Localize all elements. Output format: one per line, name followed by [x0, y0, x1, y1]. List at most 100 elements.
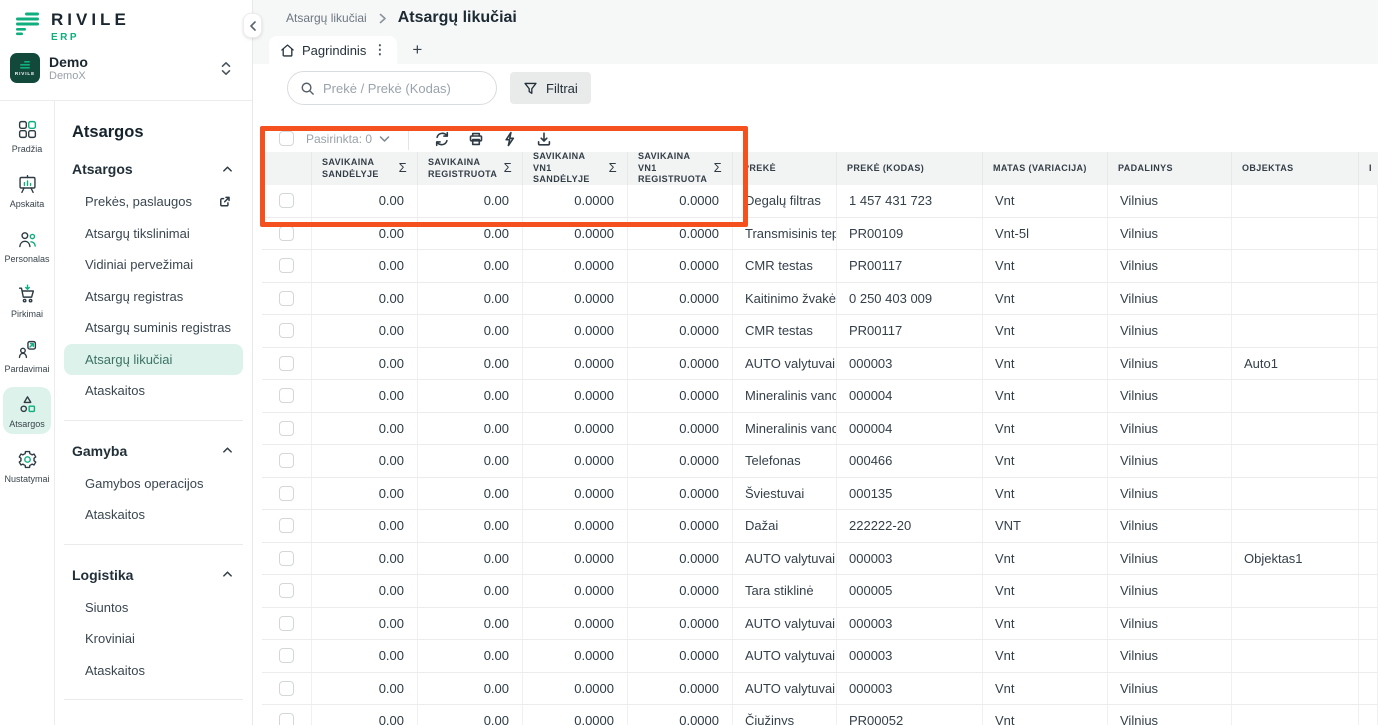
rail-item-nustatymai[interactable]: Nustatymai [3, 442, 51, 489]
table-row[interactable]: 0.000.000.00000.0000CMR testasPR00117Vnt… [262, 315, 1378, 348]
column-header-savikaina-sand-lyje[interactable]: Savikaina sandėlyjeΣ [312, 152, 418, 185]
column-header-i[interactable]: I [1359, 152, 1378, 185]
column-header-objektas[interactable]: Objektas [1232, 152, 1359, 185]
select-all-checkbox[interactable] [279, 131, 294, 146]
menu-section-gamyba[interactable]: Gamyba [55, 434, 252, 468]
table-row[interactable]: 0.000.000.00000.0000AUTO valytuvai000003… [262, 543, 1378, 576]
sidebar-collapse-button[interactable] [243, 13, 262, 38]
sigma-sum-icon[interactable]: Σ [609, 160, 617, 177]
row-checkbox[interactable] [279, 713, 294, 725]
row-checkbox[interactable] [279, 616, 294, 631]
column-header-prek-[interactable]: Prekė [733, 152, 837, 185]
print-button[interactable] [459, 127, 493, 151]
sidebar-item-atsargų-suminis-registras[interactable]: Atsargų suminis registras [64, 312, 243, 344]
row-checkbox[interactable] [279, 648, 294, 663]
table-row[interactable]: 0.000.000.00000.0000ČiužinysPR00052VntVi… [262, 705, 1378, 725]
rail-item-atsargos[interactable]: Atsargos [3, 387, 51, 434]
sidebar-item-ataskaitos[interactable]: Ataskaitos [64, 375, 243, 407]
search-input-wrap[interactable] [287, 71, 497, 105]
sidebar-item-ataskaitos[interactable]: Ataskaitos [64, 655, 243, 687]
sidebar-item-gamybos-operacijos[interactable]: Gamybos operacijos [64, 468, 243, 500]
row-checkbox[interactable] [279, 681, 294, 696]
table-row[interactable]: 0.000.000.00000.0000AUTO valytuvai000003… [262, 348, 1378, 381]
row-checkbox[interactable] [279, 421, 294, 436]
row-checkbox[interactable] [279, 388, 294, 403]
row-checkbox[interactable] [279, 518, 294, 533]
rail-item-personalas[interactable]: Personalas [3, 222, 51, 269]
filters-button[interactable]: Filtrai [510, 72, 591, 104]
table-row[interactable]: 0.000.000.00000.0000CMR testasPR00117Vnt… [262, 250, 1378, 283]
column-header-label: Savikaina registruota [428, 157, 499, 180]
sidebar-item-atsargų-likučiai[interactable]: Atsargų likučiai [64, 344, 243, 376]
workspace-updown-icon[interactable] [220, 61, 232, 76]
table-row[interactable]: 0.000.000.00000.0000Tara stiklinė000005V… [262, 575, 1378, 608]
breadcrumb-parent-link[interactable]: Atsargų likučiai [286, 11, 367, 25]
sidebar-item-ataskaitos[interactable]: Ataskaitos [64, 499, 243, 531]
table-row[interactable]: 0.000.000.00000.0000Mineralinis vand0000… [262, 413, 1378, 446]
rail-item-pradžia[interactable]: Pradžia [3, 112, 51, 159]
menu-section-logistika[interactable]: Logistika [55, 558, 252, 592]
sigma-sum-icon[interactable]: Σ [714, 160, 722, 177]
search-input[interactable] [323, 81, 484, 96]
column-header-prek-kodas-[interactable]: Prekė (Kodas) [837, 152, 983, 185]
table-row[interactable]: 0.000.000.00000.0000Degalų filtras1 457 … [262, 185, 1378, 218]
sidebar-item-atsargų-registras[interactable]: Atsargų registras [64, 281, 243, 313]
column-header-padalinys[interactable]: Padalinys [1108, 152, 1232, 185]
row-checkbox[interactable] [279, 291, 294, 306]
page-title: Atsargų likučiai [398, 9, 517, 27]
column-header-savikaina-registruota[interactable]: Savikaina registruota Σ [418, 152, 523, 185]
menu-section-atsargos[interactable]: Atsargos [55, 152, 252, 186]
selection-dropdown-icon[interactable] [379, 135, 390, 143]
refresh-button[interactable] [425, 127, 459, 151]
table-row[interactable]: 0.000.000.00000.0000Telefonas000466VntVi… [262, 445, 1378, 478]
sigma-sum-icon[interactable]: Σ [399, 160, 407, 177]
sidebar-item-vidiniai-pervežimai[interactable]: Vidiniai pervežimai [64, 249, 243, 281]
workspace-selector[interactable]: RIVILE Demo DemoX [10, 53, 240, 83]
table-row[interactable]: 0.000.000.00000.0000Dažai222222-20VNTVil… [262, 510, 1378, 543]
table-row[interactable]: 0.000.000.00000.0000Mineralinis vand0000… [262, 380, 1378, 413]
column-header-matas-variacija-[interactable]: Matas (Variacija) [983, 152, 1108, 185]
cell-value: Objektas1 [1244, 551, 1303, 566]
rail-item-pirkimai[interactable]: Pirkimai [3, 277, 51, 324]
row-checkbox[interactable] [279, 583, 294, 598]
rail-item-apskaita[interactable]: Apskaita [3, 167, 51, 214]
cell-num: 0.00 [418, 283, 523, 315]
row-checkbox[interactable] [279, 453, 294, 468]
table-row[interactable]: 0.000.000.00000.0000Transmisinis tepPR00… [262, 218, 1378, 251]
column-header-savikaina-vn1-sand-lyje[interactable]: Savikaina VN1 sandėlyjeΣ [523, 152, 628, 185]
row-checkbox[interactable] [279, 193, 294, 208]
flash-icon [502, 131, 518, 147]
cell-value: 0.0000 [679, 258, 719, 273]
add-tab-button[interactable]: + [397, 36, 437, 64]
sidebar-item-prekės-paslaugos[interactable]: Prekės, paslaugos [64, 186, 243, 218]
cell-value: 0.00 [379, 518, 404, 533]
cell-num: 0.00 [312, 250, 418, 282]
table-row[interactable]: 0.000.000.00000.0000Šviestuvai000135VntV… [262, 478, 1378, 511]
menu-divider [64, 420, 243, 421]
rail-item-label: Pirkimai [11, 309, 43, 319]
table-row[interactable]: 0.000.000.00000.0000Kaitinimo žvakė0 250… [262, 283, 1378, 316]
row-checkbox[interactable] [279, 226, 294, 241]
column-header-label: Savikaina VN1 registruota [638, 152, 709, 185]
external-link-icon[interactable] [218, 195, 231, 208]
column-header-savikaina-vn1-registruota[interactable]: Savikaina VN1 registruota Σ [628, 152, 733, 185]
row-checkbox[interactable] [279, 551, 294, 566]
sidebar-item-siuntos[interactable]: Siuntos [64, 592, 243, 624]
flash-button[interactable] [493, 127, 527, 151]
rail-item-pardavimai[interactable]: Pardavimai [3, 332, 51, 379]
sidebar-item-kroviniai[interactable]: Kroviniai [64, 623, 243, 655]
tab-pagrindinis[interactable]: Pagrindinis ⋮ [269, 36, 397, 64]
row-checkbox[interactable] [279, 356, 294, 371]
row-checkbox[interactable] [279, 323, 294, 338]
sigma-sum-icon[interactable]: Σ [504, 160, 512, 177]
download-button[interactable] [527, 127, 561, 151]
table-row[interactable]: 0.000.000.00000.0000AUTO valytuvai000003… [262, 673, 1378, 706]
row-checkbox[interactable] [279, 258, 294, 273]
cell-txt [1232, 413, 1359, 445]
cell-txt: Vnt [983, 543, 1108, 575]
tab-options-icon[interactable]: ⋮ [373, 42, 386, 58]
table-row[interactable]: 0.000.000.00000.0000AUTO valytuvai000003… [262, 608, 1378, 641]
sidebar-item-atsargų-tikslinimai[interactable]: Atsargų tikslinimai [64, 218, 243, 250]
row-checkbox[interactable] [279, 486, 294, 501]
table-row[interactable]: 0.000.000.00000.0000AUTO valytuvai000003… [262, 640, 1378, 673]
